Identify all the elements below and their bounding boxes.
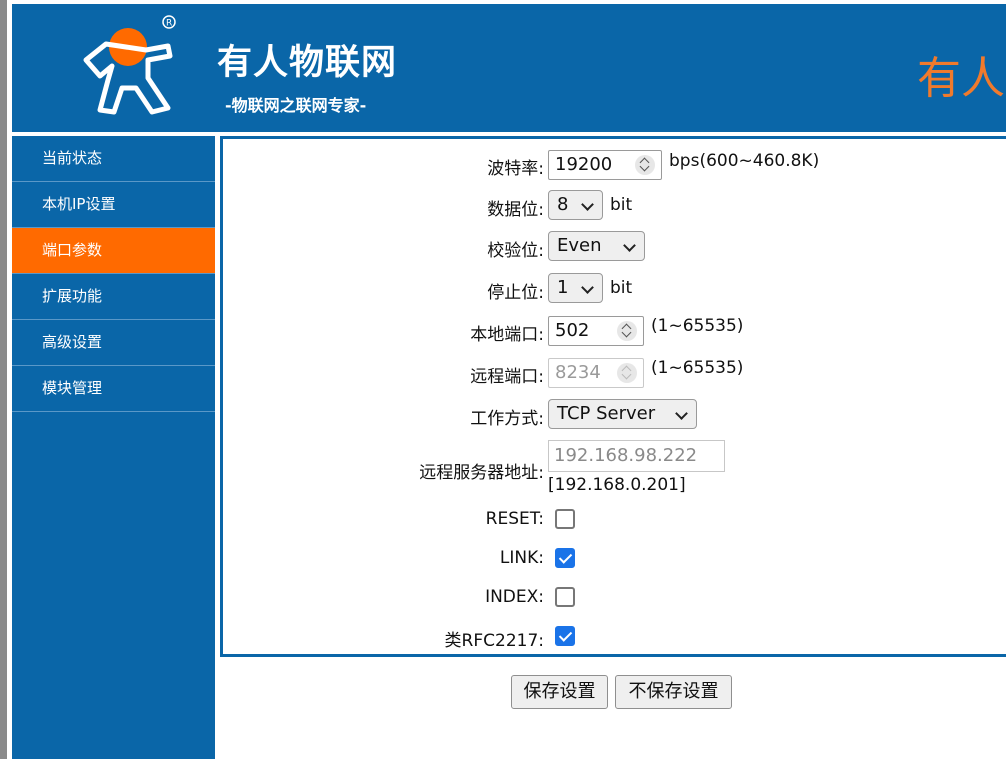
- parity-value: Even: [557, 235, 602, 256]
- remote-port-value: 8234: [555, 362, 601, 383]
- parity-label: 校验位:: [487, 241, 544, 261]
- row-work-mode: 工作方式: TCP Server: [223, 399, 1006, 431]
- row-link: LINK:: [223, 547, 1006, 571]
- brand-title: 有人物联网: [217, 43, 398, 83]
- chevron-down-icon: [581, 281, 594, 294]
- stopbits-select[interactable]: 1: [548, 273, 603, 303]
- local-port-spinner-icon[interactable]: [617, 321, 637, 341]
- sidebar-item-status[interactable]: 当前状态: [12, 136, 215, 182]
- baud-spinner-icon[interactable]: [635, 155, 655, 175]
- remote-port-range: (1~65535): [651, 358, 744, 378]
- remote-port-input[interactable]: 8234: [548, 358, 644, 388]
- remote-port-label: 远程端口:: [470, 367, 544, 387]
- chevron-down-icon: [623, 239, 636, 252]
- reset-label: RESET:: [485, 509, 544, 529]
- row-databits: 数据位: 8 bit: [223, 190, 1006, 222]
- row-baud: 波特率: 19200 bps(600~460.8K): [223, 150, 1006, 182]
- usr-logo-icon: R: [83, 15, 176, 115]
- header-banner: R 有人物联网 -物联网之联网专家- 有人: [12, 4, 1006, 132]
- databits-value: 8: [557, 194, 569, 215]
- work-mode-select[interactable]: TCP Server: [548, 399, 697, 429]
- discard-button[interactable]: 不保存设置: [615, 675, 732, 709]
- index-label: INDEX:: [485, 587, 544, 607]
- row-stopbits: 停止位: 1 bit: [223, 273, 1006, 305]
- local-port-range: (1~65535): [651, 316, 744, 336]
- link-label: LINK:: [499, 548, 544, 568]
- row-remote-address: 远程服务器地址: 192.168.98.222 [192.168.0.201]: [223, 440, 1006, 496]
- row-parity: 校验位: Even: [223, 231, 1006, 263]
- rfc2217-label: 类RFC2217:: [444, 631, 544, 651]
- parity-select[interactable]: Even: [548, 231, 645, 261]
- work-mode-value: TCP Server: [557, 403, 656, 424]
- reset-checkbox[interactable]: [555, 509, 575, 529]
- baud-input[interactable]: 19200: [548, 150, 662, 180]
- baud-unit: bps(600~460.8K): [669, 151, 820, 171]
- sidebar-item-extensions[interactable]: 扩展功能: [12, 274, 215, 320]
- remote-port-spinner-icon[interactable]: [617, 363, 637, 383]
- remote-address-label: 远程服务器地址:: [419, 463, 544, 483]
- brand-right-text: 有人: [917, 53, 1005, 104]
- stopbits-label: 停止位:: [487, 283, 544, 303]
- chevron-down-icon: [581, 198, 594, 211]
- window-edge: [0, 0, 7, 759]
- work-mode-label: 工作方式:: [470, 409, 544, 429]
- row-local-port: 本地端口: 502 (1~65535): [223, 314, 1006, 346]
- sidebar-item-advanced[interactable]: 高级设置: [12, 320, 215, 366]
- remote-address-current: [192.168.0.201]: [548, 475, 686, 495]
- baud-label: 波特率:: [487, 159, 544, 179]
- port-settings-panel: 波特率: 19200 bps(600~460.8K) 数据位: 8 bit 校验…: [220, 136, 1006, 657]
- stopbits-unit: bit: [610, 278, 633, 298]
- brand-slogan: -物联网之联网专家-: [225, 96, 367, 115]
- local-port-label: 本地端口:: [470, 325, 544, 345]
- local-port-input[interactable]: 502: [548, 316, 644, 346]
- index-checkbox[interactable]: [555, 587, 575, 607]
- link-checkbox[interactable]: [555, 548, 575, 568]
- sidebar: 当前状态 本机IP设置 端口参数 扩展功能 高级设置 模块管理: [12, 136, 215, 759]
- databits-unit: bit: [610, 195, 633, 215]
- sidebar-item-port-params[interactable]: 端口参数: [12, 228, 215, 274]
- databits-select[interactable]: 8: [548, 190, 603, 220]
- save-button[interactable]: 保存设置: [511, 675, 608, 709]
- databits-label: 数据位:: [487, 200, 544, 220]
- sidebar-item-module-management[interactable]: 模块管理: [12, 366, 215, 412]
- row-rfc2217: 类RFC2217:: [223, 625, 1006, 651]
- remote-address-input[interactable]: 192.168.98.222: [548, 440, 725, 472]
- row-index: INDEX:: [223, 586, 1006, 610]
- stopbits-value: 1: [557, 277, 569, 298]
- svg-text:R: R: [166, 19, 172, 29]
- rfc2217-checkbox[interactable]: [555, 626, 575, 646]
- row-reset: RESET:: [223, 508, 1006, 532]
- row-remote-port: 远程端口: 8234 (1~65535): [223, 356, 1006, 388]
- chevron-down-icon: [675, 407, 688, 420]
- sidebar-item-ip-settings[interactable]: 本机IP设置: [12, 182, 215, 228]
- baud-value: 19200: [555, 154, 613, 175]
- local-port-value: 502: [555, 320, 590, 341]
